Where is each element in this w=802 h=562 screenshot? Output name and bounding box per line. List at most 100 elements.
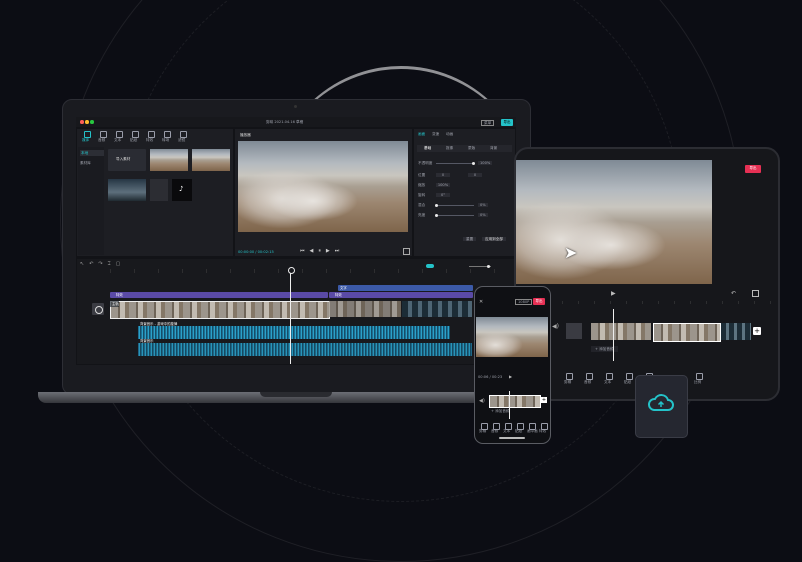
tablet-track-clip-2[interactable] — [653, 323, 721, 342]
media-thumb-3[interactable] — [108, 179, 146, 201]
tablet-tool-text[interactable]: 文本 — [604, 380, 611, 384]
main-track-clip-2[interactable] — [329, 301, 401, 317]
reset-button[interactable]: 重置 — [463, 237, 477, 242]
effect-track-clip-1[interactable] — [110, 292, 328, 298]
tablet-add-button[interactable]: + — [753, 327, 761, 335]
phone-tool-edit[interactable]: 剪辑 — [479, 429, 486, 433]
tablet-audio-icon[interactable]: ◀) — [552, 323, 559, 330]
media-thumb-1[interactable] — [150, 149, 188, 171]
main-track-clip-1[interactable] — [110, 301, 330, 319]
tablet-export-button[interactable]: 导出 — [745, 165, 761, 173]
tablet-tool-audio[interactable]: 音频 — [584, 380, 591, 384]
menu-button[interactable]: 菜单 — [481, 120, 495, 126]
brightness-knob[interactable] — [435, 214, 438, 217]
tablet-undo-icon[interactable]: ↶ — [731, 290, 736, 297]
phone-add-button[interactable]: + — [541, 397, 547, 403]
sticker-tab-icon[interactable] — [132, 131, 139, 138]
tablet-track-clip-3[interactable] — [721, 323, 751, 340]
phone-tool-pip[interactable]: 画中画 — [527, 429, 538, 433]
position-x-field[interactable]: 0 — [436, 173, 450, 178]
phone-tool-audio[interactable]: 音频 — [491, 429, 498, 433]
tablet-tool-icon[interactable] — [566, 373, 573, 380]
opacity-knob[interactable] — [472, 162, 475, 165]
audio-tab-icon[interactable] — [100, 131, 107, 138]
tablet-tool-sticker[interactable]: 贴纸 — [624, 380, 631, 384]
tablet-tool-icon[interactable] — [696, 373, 703, 380]
filter-tab[interactable]: 滤镜 — [178, 138, 185, 142]
subtab-cutout[interactable]: 抠像 — [446, 146, 453, 150]
brightness-value[interactable]: 0% — [478, 213, 488, 218]
audio-tab[interactable]: 音频 — [98, 138, 105, 142]
effects-tab[interactable]: 特效 — [146, 138, 153, 142]
transition-tab[interactable]: 转场 — [162, 138, 169, 142]
phone-export-button[interactable]: 导出 — [533, 298, 545, 305]
media-tab-icon[interactable] — [84, 131, 91, 138]
minimize-dot[interactable] — [85, 120, 89, 124]
rotation-field[interactable]: 0° — [436, 193, 450, 198]
audio-track-clip-2[interactable] — [138, 343, 472, 356]
close-dot[interactable] — [80, 120, 84, 124]
position-y-field[interactable]: 0 — [468, 173, 482, 178]
inspector-tab-speed[interactable]: 变速 — [432, 132, 439, 136]
phone-audio-hint[interactable]: + 添加音频 — [491, 409, 510, 413]
tablet-cover[interactable] — [566, 323, 582, 339]
fullscreen-icon[interactable] — [403, 248, 410, 255]
playhead-line[interactable] — [290, 268, 291, 364]
brightness-slider[interactable] — [436, 215, 474, 216]
cloud-drive-card[interactable] — [635, 375, 688, 438]
tablet-track-clip-1[interactable] — [591, 323, 651, 340]
text-tab[interactable]: 文本 — [114, 138, 121, 142]
opacity-slider[interactable] — [436, 163, 474, 164]
tablet-tool-ratio[interactable]: 比例 — [694, 380, 701, 384]
apply-all-button[interactable]: 应用到全部 — [482, 237, 506, 242]
tablet-tool-edit[interactable]: 剪辑 — [564, 380, 571, 384]
audio-track-clip-1[interactable] — [138, 326, 450, 339]
phone-tool-text[interactable]: 文本 — [503, 429, 510, 433]
effects-tab-icon[interactable] — [148, 131, 155, 138]
sidebar-item-library[interactable]: 素材库 — [80, 161, 91, 165]
phone-track-clip[interactable] — [489, 395, 541, 408]
inspector-tab-animation[interactable]: 动画 — [446, 132, 453, 136]
sidebar-item-local[interactable]: 本地 — [80, 150, 104, 157]
blend-knob[interactable] — [435, 204, 438, 207]
media-thumb-4[interactable] — [150, 179, 168, 201]
text-tab-icon[interactable] — [116, 131, 123, 138]
tablet-tool-icon[interactable] — [626, 373, 633, 380]
export-button[interactable]: 导出 — [501, 119, 513, 126]
subtab-mask[interactable]: 蒙版 — [468, 146, 475, 150]
tablet-fullscreen-icon[interactable] — [752, 290, 759, 297]
media-thumb-2[interactable] — [192, 149, 230, 171]
blend-slider[interactable] — [436, 205, 474, 206]
main-track-clip-3[interactable] — [402, 301, 472, 317]
phone-resolution[interactable]: 1080P — [515, 299, 533, 306]
phone-tool-effects[interactable]: 特效 — [539, 429, 546, 433]
phone-close-icon[interactable]: ✕ — [479, 299, 483, 305]
main-track-settings-icon[interactable] — [95, 306, 103, 314]
player-video[interactable] — [238, 141, 408, 232]
tablet-tool-icon[interactable] — [606, 373, 613, 380]
phone-audio-icon[interactable]: ◀) — [479, 398, 485, 404]
phone-play-icon[interactable]: ▶ — [509, 374, 512, 379]
tablet-play-icon[interactable]: ▶ — [611, 290, 616, 297]
inspector-tab-picture[interactable]: 画面 — [418, 132, 425, 136]
tablet-tool-icon[interactable] — [586, 373, 593, 380]
tablet-playhead[interactable] — [613, 309, 614, 361]
maximize-dot[interactable] — [90, 120, 94, 124]
sticker-tab[interactable]: 贴纸 — [130, 138, 137, 142]
phone-playhead[interactable] — [509, 391, 510, 419]
snap-toggle[interactable] — [426, 264, 434, 268]
text-track-clip[interactable] — [338, 285, 473, 291]
import-tile[interactable]: 导入素材 — [108, 149, 146, 171]
media-tab[interactable]: 媒体 — [82, 138, 89, 142]
scale-field[interactable]: 100% — [436, 183, 450, 188]
filter-tab-icon[interactable] — [180, 131, 187, 138]
subtab-basic[interactable]: 基础 — [424, 146, 431, 150]
row-opacity-value[interactable]: 100% — [478, 161, 493, 166]
effect-track-clip-2[interactable] — [329, 292, 473, 298]
zoom-knob[interactable] — [487, 265, 490, 268]
blend-value[interactable]: 0% — [478, 203, 488, 208]
subtab-background[interactable]: 背景 — [490, 146, 497, 150]
transition-tab-icon[interactable] — [164, 131, 171, 138]
phone-preview[interactable] — [476, 317, 548, 357]
phone-tool-sticker[interactable]: 贴纸 — [515, 429, 522, 433]
